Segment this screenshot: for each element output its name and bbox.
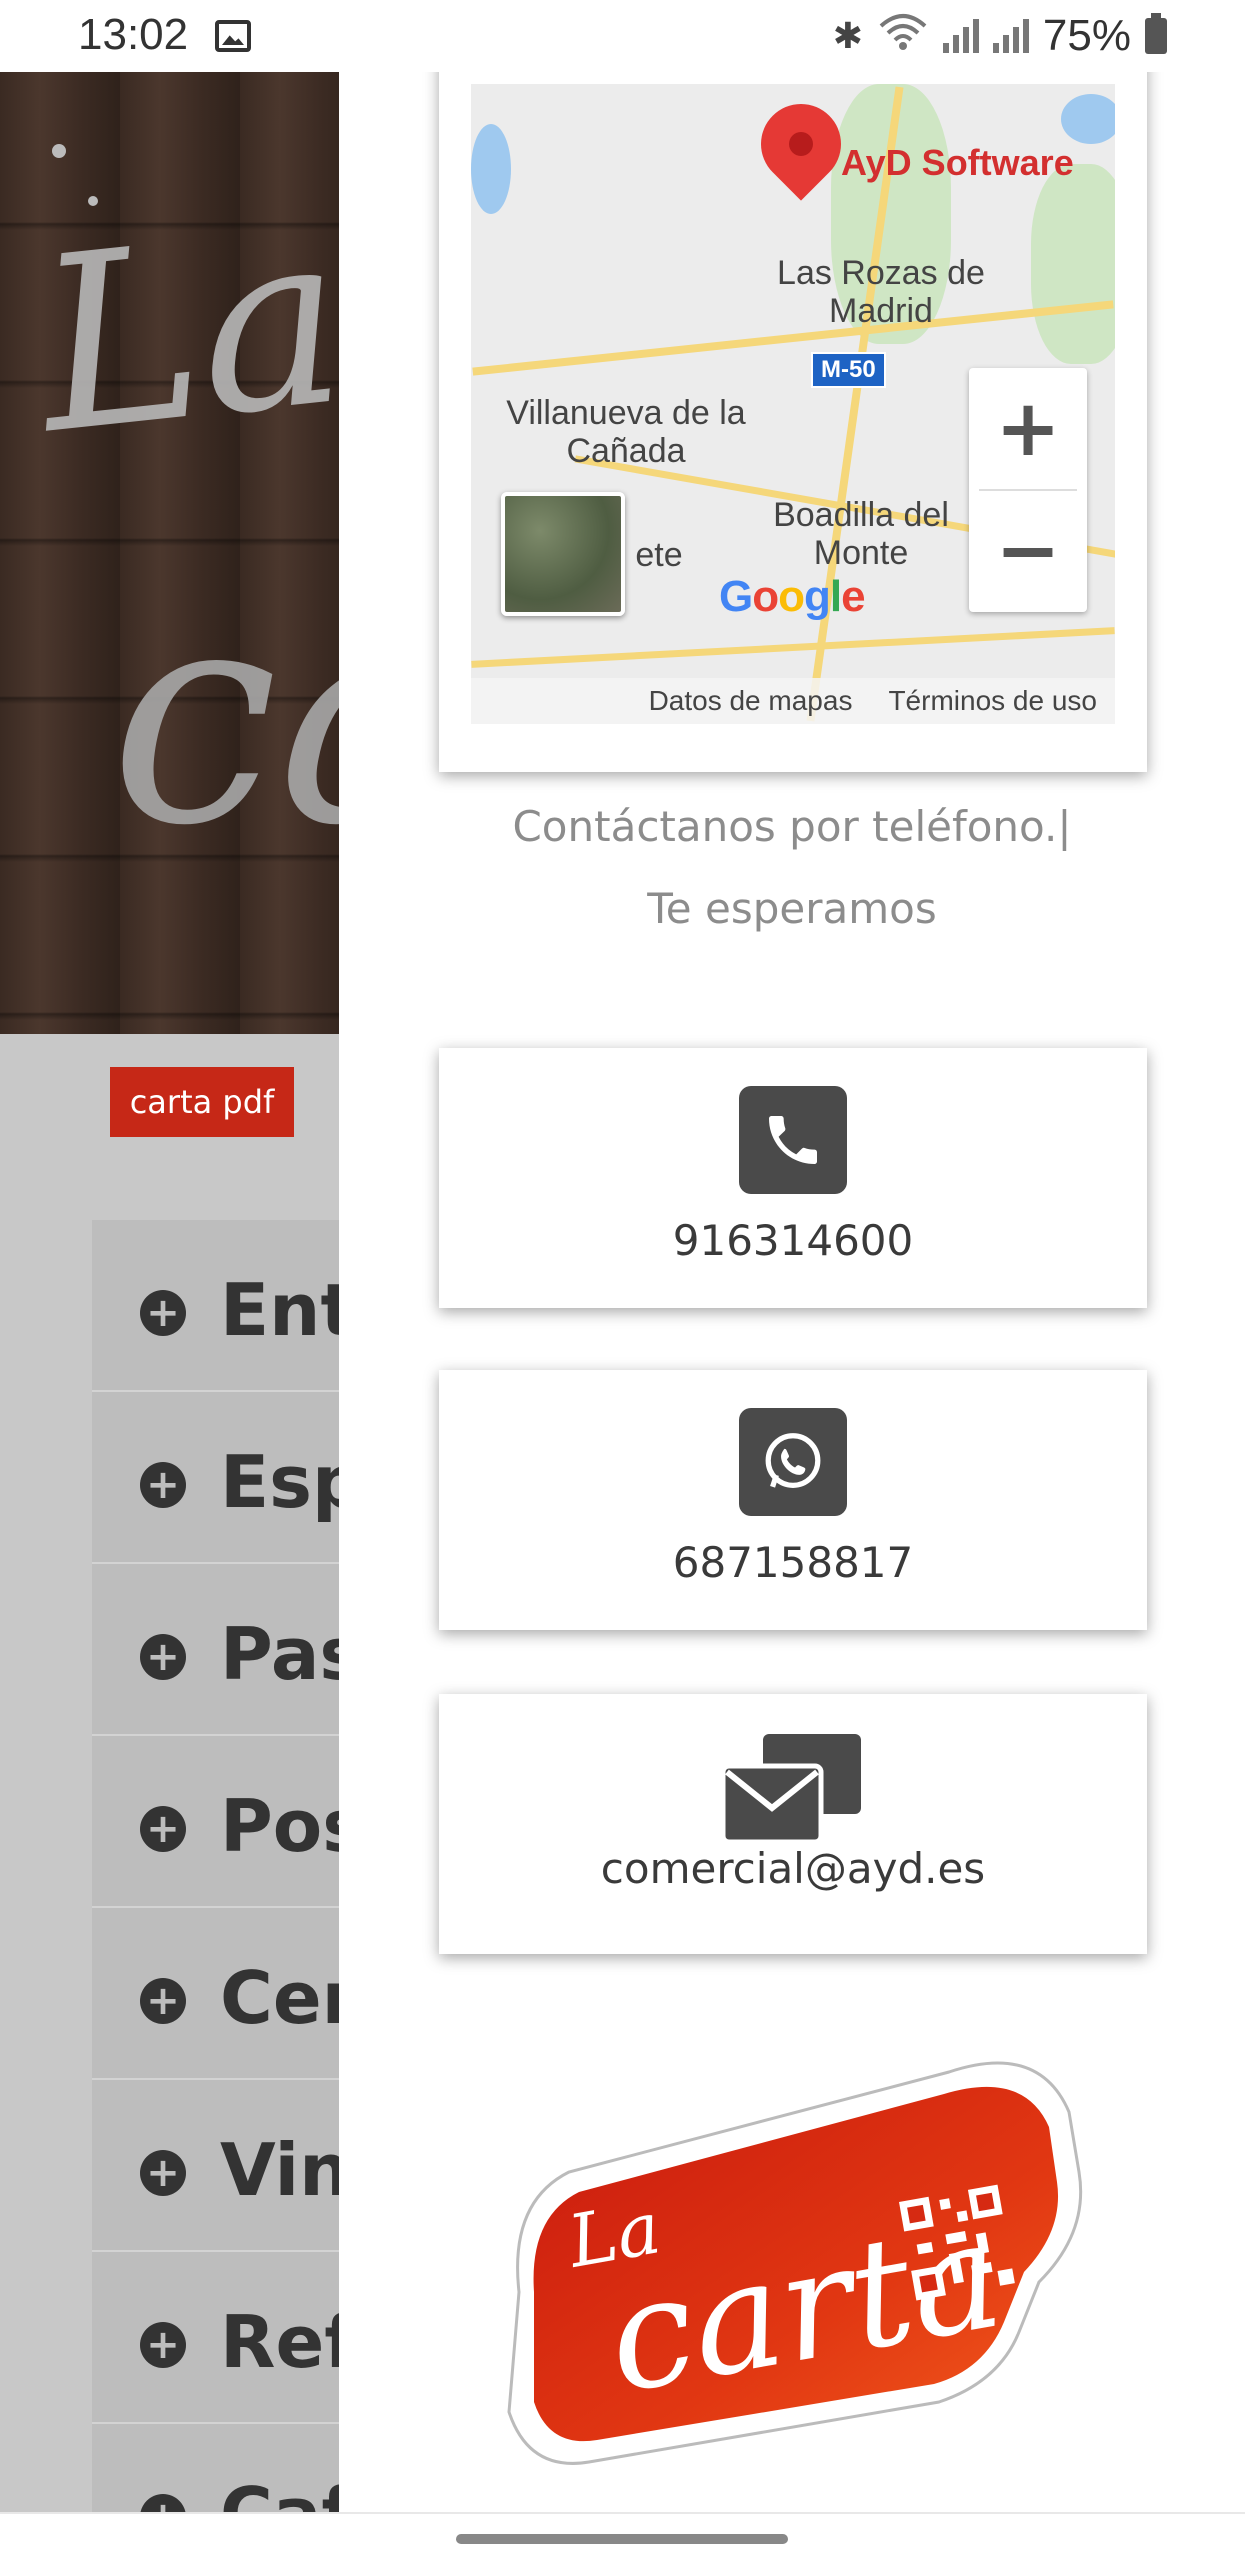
plus-circle-icon: + [140, 2494, 186, 2512]
menu-category-item[interactable]: + Pas [92, 1564, 339, 1736]
plus-circle-icon: + [140, 1806, 186, 1852]
wifi-icon [877, 12, 929, 61]
email-card[interactable]: comercial@ayd.es [439, 1694, 1147, 1954]
menu-category-label: Vin [220, 2128, 339, 2212]
whatsapp-card[interactable]: 687158817 [439, 1370, 1147, 1630]
envelopes-icon [723, 1732, 863, 1845]
contact-heading: Contáctanos por teléfono.| [512, 802, 1072, 851]
map-road [471, 627, 1115, 668]
zoom-divider [979, 489, 1077, 491]
carta-pdf-button[interactable]: carta pdf [110, 1067, 294, 1137]
whatsapp-number: 687158817 [672, 1538, 914, 1587]
google-logo: Google [719, 572, 866, 621]
plus-circle-icon: + [140, 1978, 186, 2024]
phone-number: 916314600 [672, 1216, 914, 1265]
signal-icon [992, 19, 1029, 53]
contact-subheading: Te esperamos [647, 884, 937, 933]
battery-percent: 75% [1042, 11, 1131, 60]
google-map[interactable]: AyD Software Las Rozas de Madrid Villanu… [471, 84, 1115, 724]
menu-category-item[interactable]: + Esp [92, 1392, 339, 1564]
contact-drawer: AyD Software Las Rozas de Madrid Villanu… [339, 72, 1245, 2512]
satellite-toggle[interactable] [501, 492, 625, 616]
decor-dot [52, 144, 66, 158]
menu-category-item[interactable]: + Cer [92, 1908, 339, 2080]
plus-circle-icon: + [140, 1634, 186, 1680]
menu-category-item[interactable]: + Ent [92, 1220, 339, 1392]
sticker-graphic: La carta [507, 2061, 1083, 2465]
menu-category-item[interactable]: + Vin [92, 2080, 339, 2252]
plus-circle-icon: + [140, 1290, 186, 1336]
map-place-label: ete [635, 536, 683, 574]
menu-category-label: Caf [220, 2472, 339, 2512]
menu-category-label: Pos [220, 1784, 339, 1868]
menu-category-label: Ent [220, 1268, 339, 1352]
wood-title-la: La [26, 176, 339, 488]
battery-icon [1145, 13, 1167, 54]
map-card: AyD Software Las Rozas de Madrid Villanu… [439, 72, 1147, 772]
bluetooth-icon: ✱ [832, 15, 863, 57]
status-icons: ✱ 75% [833, 10, 1167, 62]
la-carta-sticker[interactable]: La carta [479, 2052, 1099, 2472]
map-place-label: Villanueva de la Cañada [506, 394, 746, 470]
map-lake [471, 124, 511, 214]
map-terms-link[interactable]: Términos de uso [888, 685, 1097, 717]
wood-title-ca: ca [110, 542, 339, 891]
plus-circle-icon: + [140, 2150, 186, 2196]
phone-icon [739, 1086, 847, 1194]
home-gesture-handle[interactable] [456, 2534, 788, 2544]
menu-category-item[interactable]: + Pos [92, 1736, 339, 1908]
plus-circle-icon: + [140, 1462, 186, 1508]
zoom-in-button[interactable]: + [969, 368, 1087, 490]
map-data-link[interactable]: Datos de mapas [649, 685, 853, 717]
map-pin-label: AyD Software [841, 142, 1074, 183]
map-footer: Datos de mapas Términos de uso [471, 678, 1115, 724]
menu-category-label: Esp [220, 1440, 339, 1524]
email-address: comercial@ayd.es [600, 1844, 986, 1893]
status-bar: 13:02 ✱ 75% [0, 0, 1245, 72]
zoom-out-button[interactable]: − [969, 490, 1087, 612]
map-place-label: Las Rozas de Madrid [777, 254, 985, 330]
image-icon [215, 20, 251, 52]
menu-category-list: + Ent + Esp + Pas + Pos + Cer + Vin + Ref + Caf [92, 1220, 339, 2512]
road-badge: M-50 [811, 352, 886, 388]
plus-circle-icon: + [140, 2322, 186, 2368]
phone-card[interactable]: 916314600 [439, 1048, 1147, 1308]
map-place-label: Boadilla del Monte [773, 496, 949, 572]
menu-category-label: Pas [220, 1612, 339, 1696]
menu-category-label: Cer [220, 1956, 339, 2040]
map-lake [1061, 94, 1115, 144]
zoom-controls: + − [969, 368, 1087, 612]
menu-category-item[interactable]: + Ref [92, 2252, 339, 2424]
map-park [1031, 164, 1115, 364]
background-page[interactable]: La ca carta pdf + Ent + Esp + Pas + Pos + Cer… [0, 72, 339, 2512]
signal-icon [942, 19, 979, 53]
navigation-bar [0, 2512, 1245, 2560]
status-time: 13:02 [78, 10, 189, 59]
whatsapp-icon [739, 1408, 847, 1516]
menu-category-label: Ref [220, 2300, 339, 2384]
menu-category-item[interactable]: + Caf [92, 2424, 339, 2512]
wood-header-image: La ca [0, 72, 339, 1034]
